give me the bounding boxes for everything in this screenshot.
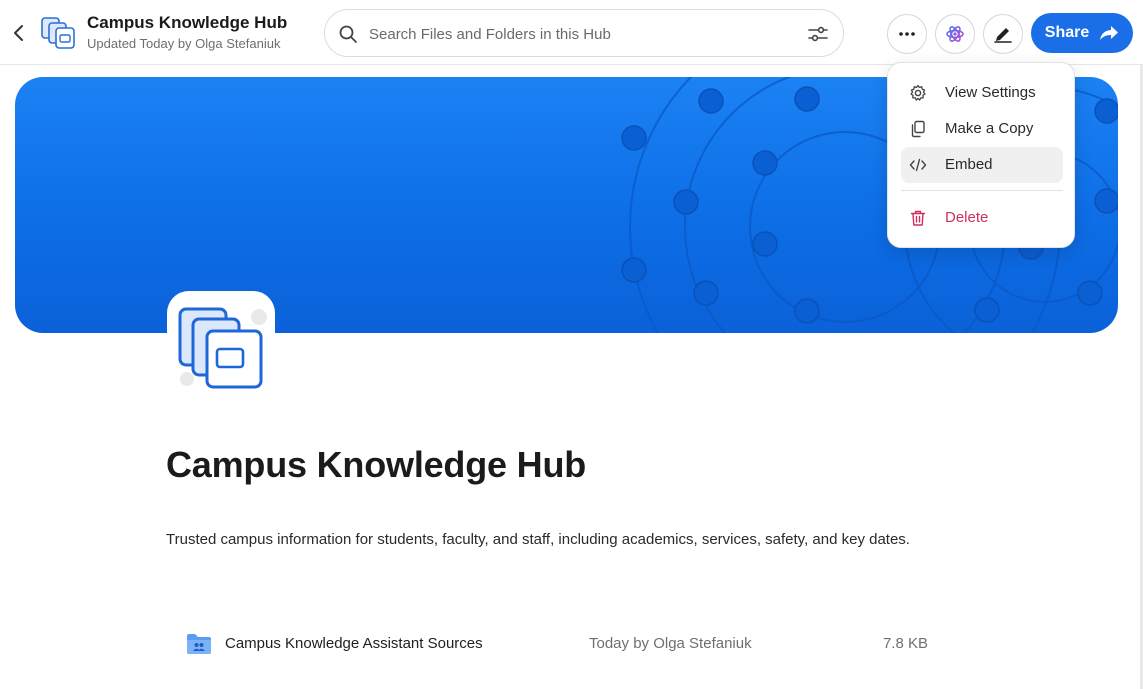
hub-logo-icon bbox=[40, 14, 78, 52]
more-options-menu: View Settings Make a Copy Embed Delete bbox=[887, 62, 1075, 248]
hub-avatar bbox=[167, 291, 275, 399]
menu-divider bbox=[901, 190, 1063, 191]
share-button-label: Share bbox=[1044, 24, 1090, 41]
menu-item-label: View Settings bbox=[945, 84, 1036, 101]
search-icon bbox=[339, 25, 357, 43]
search-bar[interactable] bbox=[324, 9, 844, 57]
code-icon bbox=[909, 158, 927, 172]
menu-item-embed[interactable]: Embed bbox=[901, 147, 1063, 183]
top-bar: Campus Knowledge Hub Updated Today by Ol… bbox=[0, 0, 1143, 65]
share-button[interactable]: Share bbox=[1031, 13, 1133, 53]
hub-title: Campus Knowledge Hub bbox=[87, 13, 288, 32]
page-title: Campus Knowledge Hub bbox=[166, 444, 587, 485]
ai-assistant-button[interactable] bbox=[935, 14, 975, 54]
copy-icon bbox=[911, 120, 925, 138]
file-size: 7.8 KB bbox=[882, 635, 928, 652]
more-horizontal-icon bbox=[899, 32, 915, 36]
search-input[interactable] bbox=[369, 22, 789, 46]
chevron-left-icon bbox=[14, 25, 23, 41]
hub-stack-icon bbox=[178, 307, 267, 389]
menu-item-label: Delete bbox=[945, 209, 989, 226]
edit-pen-icon bbox=[994, 28, 1012, 43]
ai-atom-icon bbox=[946, 26, 964, 42]
gear-icon bbox=[910, 84, 926, 101]
back-button[interactable] bbox=[8, 20, 30, 46]
menu-item-make-copy[interactable]: Make a Copy bbox=[901, 111, 1063, 147]
shared-folder-icon bbox=[187, 634, 211, 654]
menu-item-delete[interactable]: Delete bbox=[901, 200, 1063, 236]
file-name: Campus Knowledge Assistant Sources bbox=[225, 635, 483, 652]
menu-item-label: Embed bbox=[945, 156, 993, 173]
hub-updated-info: Updated Today by Olga Stefaniuk bbox=[87, 36, 281, 51]
file-modified: Today by Olga Stefaniuk bbox=[589, 635, 752, 652]
menu-item-label: Make a Copy bbox=[945, 120, 1034, 137]
more-options-button[interactable] bbox=[887, 14, 927, 54]
share-arrow-icon bbox=[1100, 26, 1119, 40]
trash-icon bbox=[910, 210, 926, 226]
menu-item-view-settings[interactable]: View Settings bbox=[901, 75, 1063, 111]
file-row[interactable]: Campus Knowledge Assistant Sources Today… bbox=[166, 622, 946, 666]
filter-sliders-icon[interactable] bbox=[807, 24, 829, 44]
hub-description: Trusted campus information for students,… bbox=[166, 531, 910, 548]
edit-button[interactable] bbox=[983, 14, 1023, 54]
